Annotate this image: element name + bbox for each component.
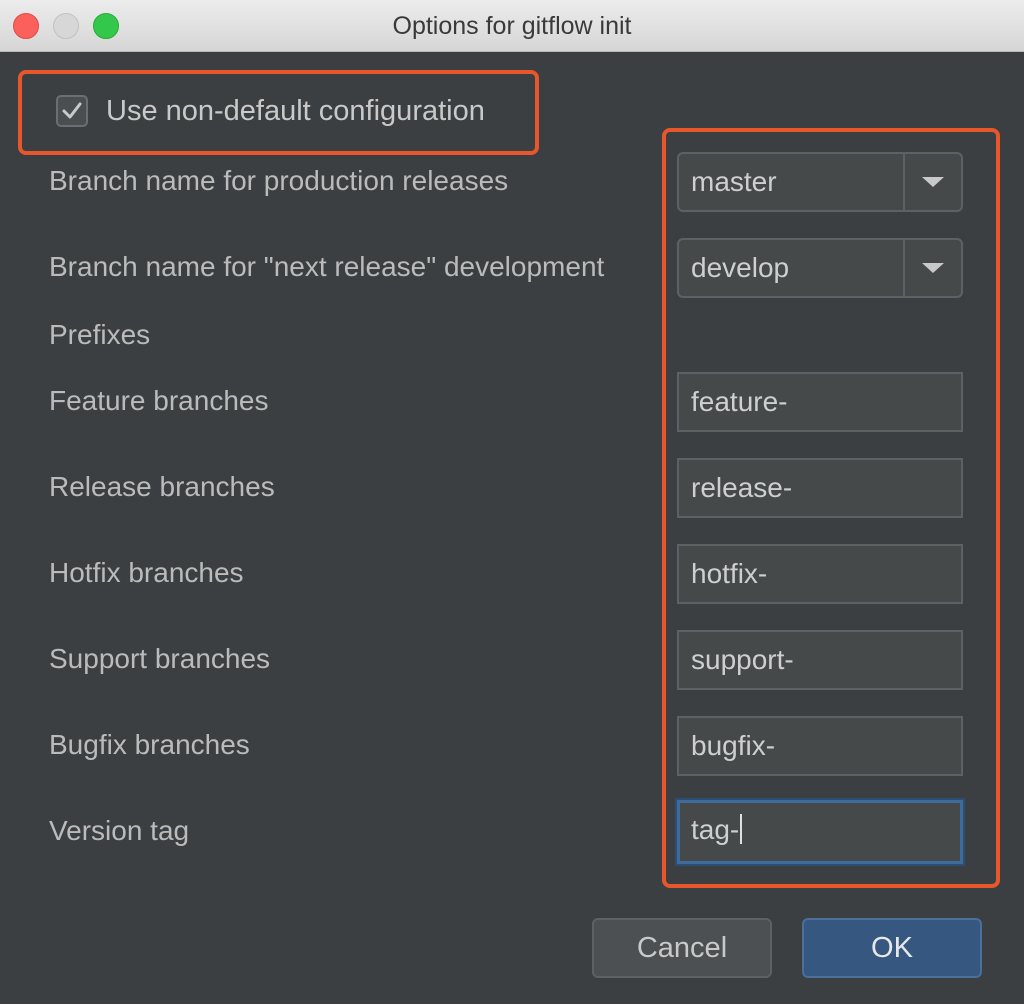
title-bar: Options for gitflow init	[0, 0, 1024, 52]
text-cursor	[740, 814, 743, 844]
version-tag-value: tag-	[691, 814, 740, 845]
development-branch-value: develop	[691, 252, 790, 283]
production-branch-combo[interactable]: master	[677, 152, 963, 212]
development-branch-combo[interactable]: develop	[677, 238, 963, 298]
checkmark-icon	[62, 102, 82, 119]
version-tag-input[interactable]: tag-	[677, 800, 963, 864]
bugfix-prefix-label: Bugfix branches	[49, 729, 250, 760]
cancel-button[interactable]: Cancel	[592, 918, 772, 978]
window-title: Options for gitflow init	[392, 12, 632, 40]
feature-prefix-input[interactable]: feature-	[677, 372, 963, 432]
production-branch-value: master	[691, 166, 777, 197]
hotfix-prefix-label: Hotfix branches	[49, 557, 244, 588]
support-prefix-label: Support branches	[49, 643, 271, 674]
version-tag-label: Version tag	[49, 815, 190, 846]
non-default-config-label[interactable]: Use non-default configuration	[106, 95, 485, 128]
support-prefix-input[interactable]: support-	[677, 630, 963, 690]
chevron-down-icon	[922, 177, 944, 187]
feature-prefix-label: Feature branches	[49, 385, 269, 416]
development-branch-label: Branch name for "next release" developme…	[49, 251, 605, 282]
development-branch-dropdown-button[interactable]	[903, 240, 961, 296]
hotfix-prefix-input[interactable]: hotfix-	[677, 544, 963, 604]
ok-button[interactable]: OK	[802, 918, 982, 978]
chevron-down-icon	[922, 263, 944, 273]
bugfix-prefix-input[interactable]: bugfix-	[677, 716, 963, 776]
production-branch-dropdown-button[interactable]	[903, 154, 961, 210]
release-prefix-input[interactable]: release-	[677, 458, 963, 518]
non-default-config-checkbox[interactable]	[56, 95, 88, 127]
production-branch-label: Branch name for production releases	[49, 165, 509, 196]
prefixes-heading: Prefixes	[49, 319, 151, 350]
release-prefix-label: Release branches	[49, 471, 275, 502]
